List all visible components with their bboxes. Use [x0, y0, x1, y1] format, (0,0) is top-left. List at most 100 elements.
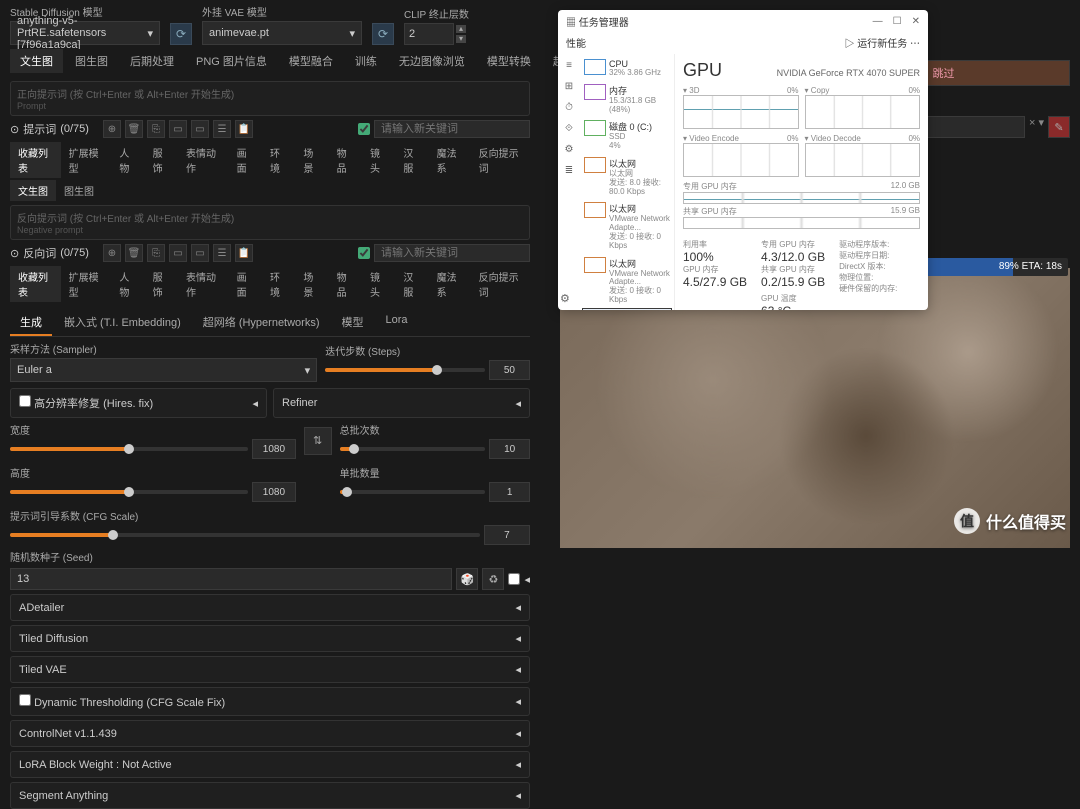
tag-item[interactable]: 物品 — [329, 142, 362, 178]
tm-item-mem[interactable]: 内存15.3/31.8 GB (48%) — [582, 81, 672, 118]
tag-item[interactable]: 扩展模型 — [61, 142, 112, 178]
chip-icon[interactable]: ☰ — [213, 120, 231, 138]
tag-item[interactable]: 汉服 — [395, 266, 428, 302]
tab-convert[interactable]: 模型转换 — [477, 49, 541, 73]
history-icon[interactable]: ⟐ — [565, 123, 573, 134]
tm-item-net[interactable]: 以太网VMware Network Adapte...发送: 0 接收: 0 K… — [582, 199, 672, 253]
chip-icon[interactable]: ▭ — [191, 120, 209, 138]
swap-wh-icon[interactable]: ⇅ — [304, 427, 332, 455]
tag-item[interactable]: 环境 — [262, 266, 295, 302]
tag-item[interactable]: 环境 — [262, 142, 295, 178]
run-task-icon[interactable]: ▷ — [844, 39, 854, 50]
acc-tiledvae[interactable]: Tiled VAE◂ — [10, 656, 530, 683]
tag-item[interactable]: 人物 — [111, 142, 144, 178]
menu-icon[interactable]: ≡ — [566, 60, 572, 71]
height-value[interactable]: 1080 — [252, 482, 295, 502]
acc-adetailer[interactable]: ADetailer◂ — [10, 594, 530, 621]
tm-item-gpu[interactable]: GPU 0NVIDIA GeForce RTX 407...100% (63 °… — [582, 308, 672, 310]
acc-tileddiff[interactable]: Tiled Diffusion◂ — [10, 625, 530, 652]
tag-item[interactable]: 反向提示词 — [471, 142, 530, 178]
height-slider[interactable] — [10, 490, 248, 494]
seed-dice-icon[interactable]: 🎲 — [456, 568, 478, 590]
chip-icon[interactable]: 🗑 — [125, 244, 143, 262]
chip-icon[interactable]: ▭ — [191, 244, 209, 262]
tag-item[interactable]: 服饰 — [145, 142, 178, 178]
batchsize-value[interactable]: 1 — [489, 482, 530, 502]
steps-value[interactable]: 50 — [489, 360, 530, 380]
more-icon[interactable]: ⋯ — [910, 39, 920, 50]
users-icon[interactable]: ≣ — [565, 165, 573, 176]
tab-merge[interactable]: 模型融合 — [279, 49, 343, 73]
prompt-positive[interactable]: 正向提示词 (按 Ctrl+Enter 或 Alt+Enter 开始生成) Pr… — [10, 81, 530, 116]
refiner-toggle[interactable]: Refiner◂ — [273, 388, 530, 418]
subtag[interactable]: 文生图 — [10, 180, 56, 201]
acc-controlnet[interactable]: ControlNet v1.1.439◂ — [10, 720, 530, 747]
tag-item[interactable]: 服饰 — [145, 266, 178, 302]
tm-perf-tab[interactable]: 性能 — [566, 35, 586, 50]
tag-item[interactable]: 镜头 — [362, 142, 395, 178]
tm-item-disk[interactable]: 磁盘 0 (C:)SSD4% — [582, 117, 672, 154]
gentab-ti[interactable]: 嵌入式 (T.I. Embedding) — [54, 310, 191, 336]
clip-down-icon[interactable]: ▾ — [456, 35, 466, 43]
sampler-select[interactable]: Euler a▾ — [10, 358, 317, 382]
chip-icon[interactable]: 🗑 — [125, 120, 143, 138]
gentab-hyper[interactable]: 超网络 (Hypernetworks) — [193, 310, 330, 336]
startup-icon[interactable]: ⚙ — [565, 144, 574, 155]
tag-fav[interactable]: 收藏列表 — [10, 266, 61, 302]
subtag[interactable]: 图生图 — [56, 180, 102, 201]
tag-item[interactable]: 场景 — [295, 266, 328, 302]
vae-select[interactable]: animevae.pt▾ — [202, 21, 362, 45]
tag-fav[interactable]: 收藏列表 — [10, 142, 61, 178]
chevron-icon[interactable]: ⊙ — [10, 123, 19, 136]
gentab-generate[interactable]: 生成 — [10, 310, 52, 336]
tag-item[interactable]: 表情动作 — [178, 266, 229, 302]
tm-item-net[interactable]: 以太网以太网发送: 8.0 接收: 80.0 Kbps — [582, 154, 672, 199]
tag-item[interactable]: 物品 — [329, 266, 362, 302]
prompt-negative[interactable]: 反向提示词 (按 Ctrl+Enter 或 Alt+Enter 开始生成) Ne… — [10, 205, 530, 240]
tab-extras[interactable]: 后期处理 — [120, 49, 184, 73]
tab-pnginfo[interactable]: PNG 图片信息 — [186, 49, 277, 73]
chip-icon[interactable]: 📋 — [235, 120, 253, 138]
tag-item[interactable]: 扩展模型 — [61, 266, 112, 302]
batchcount-value[interactable]: 10 — [489, 439, 530, 459]
acc-dynthresh[interactable]: Dynamic Thresholding (CFG Scale Fix)◂ — [10, 687, 530, 716]
tag-item[interactable]: 画面 — [229, 142, 262, 178]
settings-icon[interactable]: ⚙ — [560, 292, 570, 305]
batchcount-slider[interactable] — [340, 447, 486, 451]
keyword-checkbox[interactable] — [358, 247, 370, 259]
maximize-icon[interactable]: ☐ — [893, 16, 902, 27]
tm-item-net[interactable]: 以太网VMware Network Adapte...发送: 0 接收: 0 K… — [582, 254, 672, 308]
chip-icon[interactable]: ⊕ — [103, 120, 121, 138]
refresh-sd-icon[interactable]: ⟳ — [170, 23, 192, 45]
tag-item[interactable]: 画面 — [229, 266, 262, 302]
tab-train[interactable]: 训练 — [345, 49, 387, 73]
acc-segment[interactable]: Segment Anything◂ — [10, 782, 530, 809]
proc-icon[interactable]: ⊞ — [565, 81, 573, 92]
task-manager-window[interactable]: ▦ 任务管理器 — ☐ ✕ 性能 ▷ 运行新任务 ⋯ ≡ ⊞ ⏱ ⟐ ⚙ ≣ C… — [558, 10, 928, 310]
tab-txt2img[interactable]: 文生图 — [10, 49, 63, 73]
gentab-model[interactable]: 模型 — [332, 310, 374, 336]
chevron-icon[interactable]: ⊙ — [10, 247, 19, 260]
refresh-vae-icon[interactable]: ⟳ — [372, 23, 394, 45]
tm-item-cpu[interactable]: CPU32% 3.86 GHz — [582, 56, 672, 81]
clip-up-icon[interactable]: ▴ — [456, 25, 466, 33]
tag-item[interactable]: 魔法系 — [429, 266, 471, 302]
chip-icon[interactable]: ⎘ — [147, 120, 165, 138]
width-slider[interactable] — [10, 447, 248, 451]
chip-icon[interactable]: ⎘ — [147, 244, 165, 262]
gentab-lora[interactable]: Lora — [376, 310, 418, 336]
brush-icon[interactable]: ✎ — [1048, 116, 1070, 138]
tag-item[interactable]: 人物 — [111, 266, 144, 302]
tag-item[interactable]: 汉服 — [395, 142, 428, 178]
chip-icon[interactable]: ▭ — [169, 120, 187, 138]
close-icon[interactable]: ✕ — [912, 16, 920, 27]
clip-skip-input[interactable] — [404, 23, 454, 45]
cfg-slider[interactable] — [10, 533, 480, 537]
keyword-input[interactable] — [374, 120, 530, 138]
hires-toggle[interactable]: 高分辨率修复 (Hires. fix)◂ — [10, 388, 267, 418]
cfg-value[interactable]: 7 — [484, 525, 530, 545]
tag-item[interactable]: 镜头 — [362, 266, 395, 302]
tag-item[interactable]: 表情动作 — [178, 142, 229, 178]
chip-icon[interactable]: 📋 — [235, 244, 253, 262]
batchsize-slider[interactable] — [340, 490, 486, 494]
